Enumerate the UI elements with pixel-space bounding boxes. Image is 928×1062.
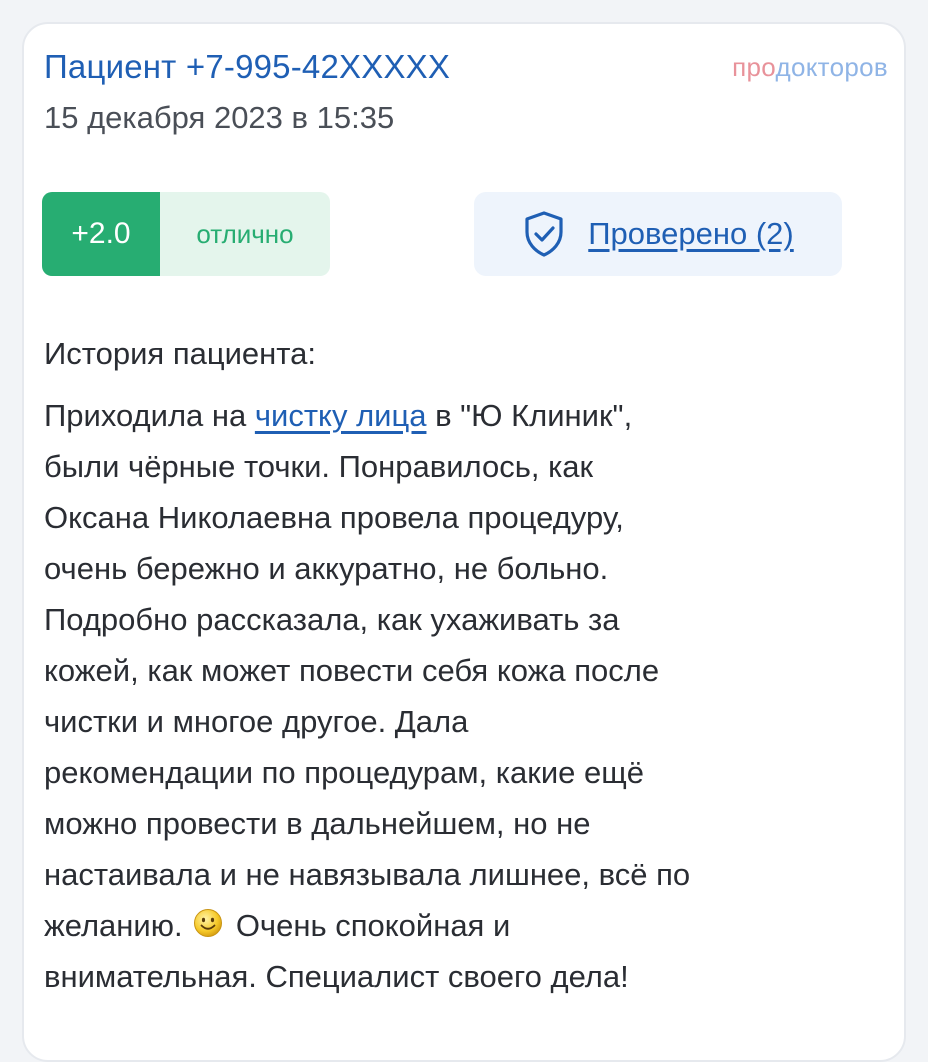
verified-link[interactable]: Проверено (2) — [588, 216, 793, 252]
section-title: История пациента: — [44, 336, 316, 371]
brand-logo: продокторов — [732, 52, 888, 83]
review-line: кожей, как может повести себя кожа после — [44, 653, 660, 688]
review-line: Подробно рассказала, как ухаживать за — [44, 602, 620, 637]
review-line: настаивала и не навязывала лишнее, всё п… — [44, 857, 691, 892]
review-date: 15 декабря 2023 в 15:35 — [44, 100, 395, 135]
service-link[interactable]: чистку лица — [255, 398, 427, 433]
review-text-segment: в "Ю Клиник", — [426, 398, 633, 433]
smiley-icon — [193, 902, 223, 937]
review-line: были чёрные точки. Понравилось, как — [44, 449, 594, 484]
review-line: Приходила на чистку лица в "Ю Клиник", — [44, 390, 854, 441]
brand-logo-part2: докторов — [775, 52, 888, 82]
review-line: чистки и многое другое. Дала — [44, 704, 469, 739]
brand-logo-part1: про — [732, 52, 776, 82]
review-line: Оксана Николаевна провела процедуру, — [44, 500, 624, 535]
review-line: рекомендации по процедурам, какие ещё — [44, 755, 644, 790]
review-text-segment: желанию. — [44, 908, 192, 943]
rating-label: отлично — [196, 218, 294, 249]
verified-button[interactable]: Проверено (2) — [474, 192, 842, 276]
shield-check-icon — [522, 210, 566, 258]
review-author[interactable]: Пациент +7-995-42XXXXX — [44, 48, 450, 86]
review-text-segment: Приходила на — [44, 398, 255, 433]
review-line: можно провести в дальнейшем, но не — [44, 806, 591, 841]
review-line: очень бережно и аккуратно, не больно. — [44, 551, 609, 586]
rating-badge: +2.0 отлично — [42, 192, 330, 276]
rating-score: +2.0 — [42, 192, 160, 276]
review-line: желанию. Очень спокойная и — [44, 900, 854, 951]
review-text: Приходила на чистку лица в "Ю Клиник", б… — [44, 390, 854, 1002]
review-line: внимательная. Специалист своего дела! — [44, 959, 629, 994]
review-text-segment: Очень спокойная и — [227, 908, 511, 943]
